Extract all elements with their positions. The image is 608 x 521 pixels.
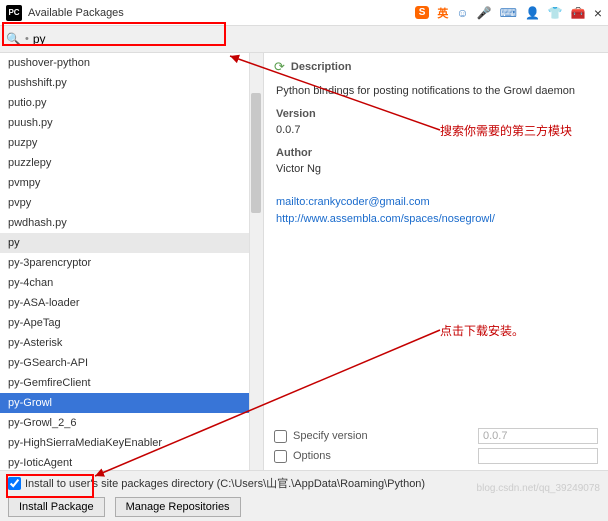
options-label: Options	[293, 450, 331, 462]
version-label: Version	[276, 106, 596, 123]
package-author: Victor Ng	[276, 161, 596, 178]
list-item[interactable]: py-Asterisk	[0, 333, 263, 353]
list-item[interactable]: pvmpy	[0, 173, 263, 193]
search-prefix: •	[25, 33, 29, 45]
description-label: Description	[291, 61, 352, 73]
list-item[interactable]: py-Growl_2_6	[0, 413, 263, 433]
mic-icon[interactable]: 🎤	[477, 6, 492, 20]
list-item[interactable]: puush.py	[0, 113, 263, 133]
search-icon: 🔍	[6, 32, 21, 46]
list-item[interactable]: py-IoticAgent	[0, 453, 263, 470]
install-package-button[interactable]: Install Package	[8, 497, 105, 517]
keyboard-icon[interactable]: ⌨	[500, 6, 517, 20]
scrollbar[interactable]	[249, 53, 263, 470]
list-item[interactable]: py-3parencryptor	[0, 253, 263, 273]
ime-badge: S	[415, 6, 430, 19]
watermark: blog.csdn.net/qq_39249078	[477, 483, 600, 494]
project-url-link[interactable]: http://www.assembla.com/spaces/nosegrowl…	[276, 211, 596, 228]
app-icon: PC	[6, 5, 22, 21]
scrollbar-thumb[interactable]	[251, 93, 261, 213]
package-version: 0.0.7	[276, 122, 596, 139]
options-input[interactable]	[478, 448, 598, 464]
list-item[interactable]: py-Growl	[0, 393, 263, 413]
search-input[interactable]	[31, 30, 602, 48]
ime-mode: 英	[437, 5, 448, 21]
list-item[interactable]: putio.py	[0, 93, 263, 113]
package-list-panel: pushover-pythonpushshift.pyputio.pypuush…	[0, 53, 264, 470]
list-item[interactable]: py-4chan	[0, 273, 263, 293]
specify-version-input[interactable]	[478, 428, 598, 444]
install-user-site-label: Install to user's site packages director…	[25, 475, 425, 491]
list-item[interactable]: puzpy	[0, 133, 263, 153]
list-item[interactable]: py	[0, 233, 263, 253]
list-item[interactable]: py-HighSierraMediaKeyEnabler	[0, 433, 263, 453]
list-item[interactable]: pvpy	[0, 193, 263, 213]
package-description: Python bindings for posting notification…	[276, 83, 596, 100]
mailto-link[interactable]: mailto:crankycoder@gmail.com	[276, 194, 596, 211]
install-user-site-checkbox[interactable]	[8, 477, 21, 490]
window-title: Available Packages	[28, 7, 124, 19]
options-checkbox[interactable]	[274, 450, 287, 463]
specify-version-checkbox[interactable]	[274, 430, 287, 443]
package-list[interactable]: pushover-pythonpushshift.pyputio.pypuush…	[0, 53, 263, 470]
toolbox-icon[interactable]: 🧰	[571, 6, 586, 20]
close-icon[interactable]: ×	[594, 5, 602, 21]
list-item[interactable]: py-GemfireClient	[0, 373, 263, 393]
refresh-icon[interactable]: ⟳	[274, 59, 285, 75]
list-item[interactable]: pushshift.py	[0, 73, 263, 93]
specify-version-label: Specify version	[293, 430, 368, 442]
shirt-icon[interactable]: 👕	[548, 6, 563, 20]
author-label: Author	[276, 145, 596, 162]
list-item[interactable]: py-ApeTag	[0, 313, 263, 333]
list-item[interactable]: puzzlepy	[0, 153, 263, 173]
face-icon[interactable]: ☺	[456, 6, 468, 20]
user-icon[interactable]: 👤	[525, 6, 540, 20]
list-item[interactable]: pwdhash.py	[0, 213, 263, 233]
details-panel: ⟳ Description Python bindings for postin…	[264, 53, 608, 470]
list-item[interactable]: py-GSearch-API	[0, 353, 263, 373]
list-item[interactable]: pushover-python	[0, 53, 263, 73]
list-item[interactable]: py-ASA-loader	[0, 293, 263, 313]
manage-repositories-button[interactable]: Manage Repositories	[115, 497, 241, 517]
